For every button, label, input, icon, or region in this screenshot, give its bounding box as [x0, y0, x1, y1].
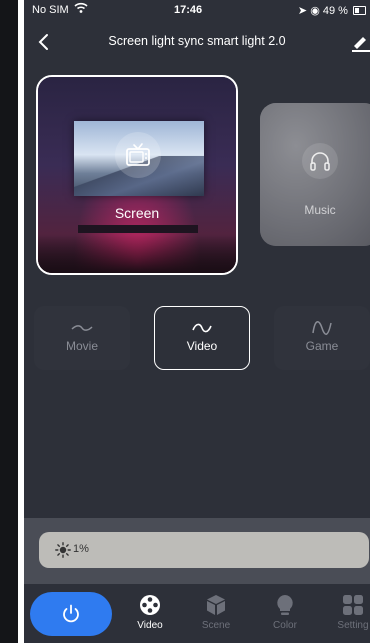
location-icon: ➤ — [297, 5, 308, 17]
power-icon — [63, 604, 79, 623]
edit-icon[interactable] — [348, 30, 370, 54]
nav-video[interactable]: Video — [125, 594, 175, 631]
bottom-nav: Video Scene Color Setting — [24, 584, 370, 643]
video-mode-label: Video — [186, 339, 218, 353]
music-card-label: Music — [304, 203, 336, 217]
status-bar: No SIM 17:46 ➤ ◉ 49 % — [24, 0, 370, 22]
nav-setting-label: Setting — [337, 620, 369, 631]
nav-setting[interactable]: Setting — [328, 594, 370, 631]
orientation-lock-icon: ◉ — [310, 5, 320, 17]
back-icon[interactable] — [34, 30, 54, 54]
movie-mode-button[interactable]: Movie — [34, 306, 130, 370]
battery-icon — [353, 6, 366, 15]
cube-icon — [207, 595, 225, 615]
status-right: ➤ ◉ 49 % — [298, 4, 366, 17]
carrier-label: No SIM — [32, 4, 69, 16]
nav-scene[interactable]: Scene — [191, 594, 241, 631]
movie-mode-label: Movie — [65, 339, 98, 353]
nav-scene-label: Scene — [201, 620, 231, 631]
tv-icon — [126, 143, 150, 166]
headphones-icon — [310, 152, 330, 171]
wave-icon — [312, 321, 332, 335]
left-edge-bar — [0, 0, 18, 643]
sun-icon — [55, 542, 71, 558]
wifi-icon — [74, 2, 88, 13]
nav-video-label: Video — [137, 620, 163, 631]
music-mode-card[interactable]: Music — [260, 103, 370, 246]
film-reel-icon — [140, 595, 160, 615]
screen-card-label: Screen — [114, 205, 160, 221]
battery-fill — [355, 8, 360, 13]
screen-mode-card[interactable]: Screen — [36, 75, 238, 275]
game-mode-button[interactable]: Game — [274, 306, 370, 370]
brightness-slider[interactable]: 1% — [39, 532, 369, 568]
tv-stand-image — [78, 225, 198, 233]
brightness-value: 1% — [73, 543, 89, 555]
game-mode-label: Game — [305, 339, 339, 353]
page-title: Screen light sync smart light 2.0 — [108, 34, 286, 48]
nav-color[interactable]: Color — [260, 594, 310, 631]
video-mode-button[interactable]: Video — [154, 306, 250, 370]
brightness-panel: 1% — [24, 518, 370, 584]
wave-icon — [71, 325, 93, 331]
header: Screen light sync smart light 2.0 — [24, 28, 370, 58]
floor-glow — [38, 235, 236, 273]
battery-percent: 49 % — [322, 5, 348, 17]
app-screen: No SIM 17:46 ➤ ◉ 49 % Screen light sync … — [24, 0, 370, 643]
power-button[interactable] — [30, 592, 112, 636]
wave-icon — [192, 323, 212, 333]
clock: 17:46 — [174, 4, 203, 16]
bulb-icon — [277, 595, 293, 615]
grid-icon — [343, 595, 363, 615]
nav-color-label: Color — [273, 620, 297, 631]
